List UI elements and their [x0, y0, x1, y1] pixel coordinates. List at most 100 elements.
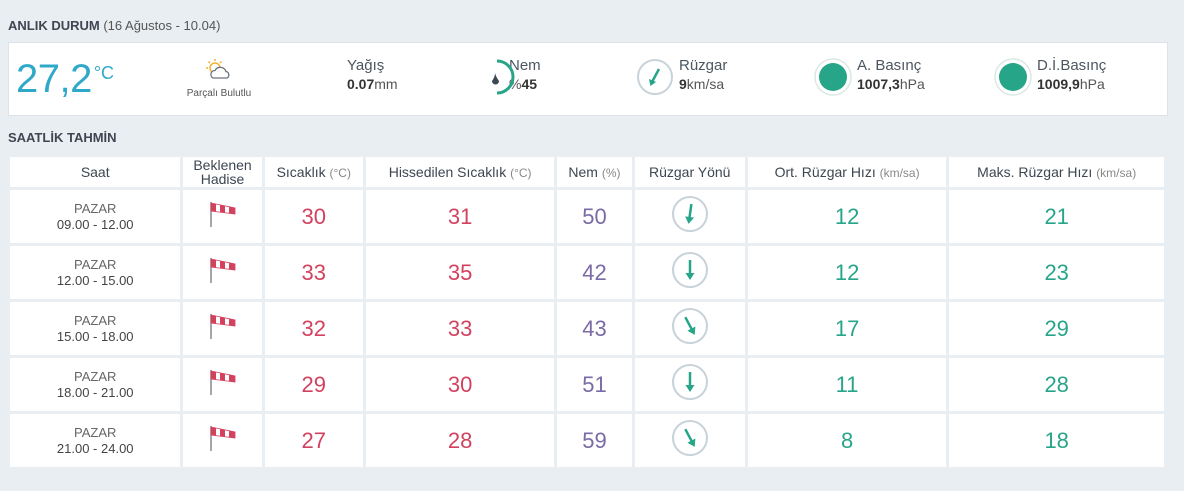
header-humidity-label: Nem: [568, 163, 598, 180]
cell-humidity: 42: [557, 246, 632, 299]
cell-avg-wind: 8: [747, 414, 947, 467]
cell-wind-direction: [634, 302, 745, 355]
wind-value: 9: [679, 76, 687, 92]
cell-time: PAZAR 12.00 - 15.00: [10, 246, 181, 299]
windsock-icon: [207, 258, 239, 288]
humidity-value: 45: [521, 76, 538, 92]
cell-humidity: 59: [557, 414, 632, 467]
rain-label: Yağış: [347, 57, 385, 74]
header-humidity-unit: (%): [601, 165, 621, 180]
cell-event: [183, 414, 262, 467]
cell-max-wind: 23: [949, 246, 1164, 299]
cell-avg-wind: 12: [747, 246, 947, 299]
cell-temp: 33: [264, 246, 363, 299]
cell-max-wind: 29: [949, 302, 1164, 355]
header-time: Saat: [10, 157, 181, 187]
wind-arrow-icon: [670, 364, 710, 406]
table-row: PAZAR 09.00 - 12.00 30 31 50 12 21: [10, 190, 1164, 243]
header-temp: Sıcaklık (°C): [264, 157, 363, 187]
wind-unit: km/sa: [686, 76, 725, 92]
cell-feels: 33: [365, 302, 555, 355]
cell-time: PAZAR 15.00 - 18.00: [10, 302, 181, 355]
cell-time: PAZAR 21.00 - 24.00: [10, 414, 181, 467]
wind-arrow-icon: [670, 308, 710, 350]
current-title-date: (16 Ağustos - 10.04): [103, 18, 221, 33]
cell-humidity: 43: [557, 302, 632, 355]
header-feels-unit: (°C): [510, 165, 532, 180]
header-max-wind-label: Maks. Rüzgar Hızı: [977, 163, 1093, 180]
header-max-wind-unit: (km/sa): [1096, 165, 1137, 180]
cell-day: PAZAR: [74, 312, 117, 328]
temperature-value: 27,2: [16, 57, 92, 101]
rain-unit: mm: [374, 76, 398, 92]
pressure-unit: hPa: [899, 76, 925, 92]
cell-max-wind: 18: [949, 414, 1164, 467]
condition-label: Parçalı Bulutlu: [186, 88, 252, 99]
pressure-metric: A. Basınç 1007,3hPa: [814, 57, 925, 96]
windsock-icon: [207, 202, 239, 232]
cell-time-range: 15.00 - 18.00: [56, 328, 134, 344]
windsock-icon: [207, 314, 239, 344]
header-feels: Hissedilen Sıcaklık (°C): [365, 157, 555, 187]
cell-event: [183, 358, 262, 411]
cell-wind-direction: [634, 246, 745, 299]
rain-metric: Yağış 0.07mm: [347, 57, 398, 93]
wind-direction-icon: [637, 59, 673, 95]
header-max-wind: Maks. Rüzgar Hızı (km/sa): [949, 157, 1164, 187]
hourly-forecast-table: Saat Beklenen Hadise Sıcaklık (°C) Hisse…: [7, 154, 1167, 470]
header-avg-wind: Ort. Rüzgar Hızı (km/sa): [747, 157, 947, 187]
cell-event: [183, 190, 262, 243]
cell-wind-direction: [634, 414, 745, 467]
cell-feels: 28: [365, 414, 555, 467]
cell-humidity: 51: [557, 358, 632, 411]
header-feels-label: Hissedilen Sıcaklık: [388, 163, 507, 180]
cell-time: PAZAR 09.00 - 12.00: [10, 190, 181, 243]
cell-avg-wind: 17: [747, 302, 947, 355]
cell-time: PAZAR 18.00 - 21.00: [10, 358, 181, 411]
cell-wind-direction: [634, 358, 745, 411]
cell-avg-wind: 11: [747, 358, 947, 411]
sea-pressure-icon: [994, 58, 1032, 96]
cell-temp: 32: [264, 302, 363, 355]
header-avg-wind-unit: (km/sa): [879, 165, 920, 180]
cell-day: PAZAR: [74, 368, 117, 384]
wind-label: Rüzgar: [679, 57, 728, 74]
cell-day: PAZAR: [74, 256, 117, 272]
cell-time-range: 12.00 - 15.00: [56, 272, 134, 288]
cell-time-range: 21.00 - 24.00: [56, 440, 134, 456]
rain-value: 0.07: [347, 76, 375, 92]
current-temperature: 27,2 °C: [16, 57, 114, 101]
temperature-unit: °C: [93, 63, 115, 83]
cell-humidity: 50: [557, 190, 632, 243]
sea-pressure-metric: D.İ.Basınç 1009,9hPa: [994, 57, 1106, 96]
header-event-line2: Hadise: [200, 171, 245, 187]
header-temp-label: Sıcaklık: [276, 163, 326, 180]
header-temp-unit: (°C): [329, 165, 351, 180]
wind-arrow-icon: [670, 196, 710, 238]
cell-temp: 27: [264, 414, 363, 467]
wind-arrow-icon: [670, 252, 710, 294]
sea-pressure-unit: hPa: [1079, 76, 1105, 92]
cell-feels: 35: [365, 246, 555, 299]
header-humidity: Nem (%): [557, 157, 632, 187]
cell-feels: 31: [365, 190, 555, 243]
current-conditions-panel: 27,2 °C Parçalı Bulutlu Yağış 0.07mm Nem …: [8, 42, 1168, 116]
humidity-metric: Nem %45: [492, 57, 541, 95]
table-row: PAZAR 15.00 - 18.00 32 33 43 17 29: [10, 302, 1164, 355]
wind-arrow-icon: [670, 420, 710, 462]
cell-day: PAZAR: [74, 200, 117, 216]
cell-feels: 30: [365, 358, 555, 411]
cell-day: PAZAR: [74, 424, 117, 440]
header-wind-direction: Rüzgar Yönü: [634, 157, 745, 187]
header-avg-wind-label: Ort. Rüzgar Hızı: [774, 163, 876, 180]
cell-max-wind: 21: [949, 190, 1164, 243]
cell-max-wind: 28: [949, 358, 1164, 411]
current-section-title: ANLIK DURUM (16 Ağustos - 10.04): [8, 18, 220, 33]
cell-temp: 29: [264, 358, 363, 411]
wind-metric: Rüzgar 9km/sa: [637, 57, 728, 95]
pressure-icon: [814, 58, 852, 96]
table-row: PAZAR 18.00 - 21.00 29 30 51 11 28: [10, 358, 1164, 411]
pressure-value: 1007,3: [857, 76, 900, 92]
cell-event: [183, 246, 262, 299]
sea-pressure-value: 1009,9: [1037, 76, 1080, 92]
